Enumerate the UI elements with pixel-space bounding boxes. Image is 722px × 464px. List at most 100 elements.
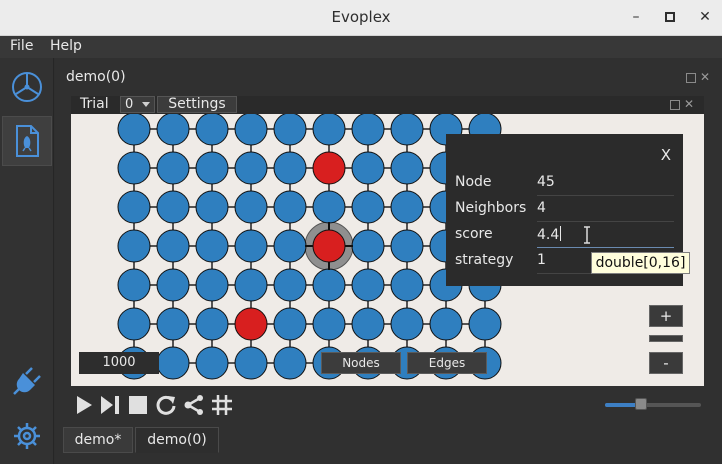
graph-node[interactable] [234, 190, 268, 224]
graph-node[interactable] [195, 229, 229, 263]
title-bar: Evoplex – ✕ [0, 0, 722, 36]
graph-node[interactable] [234, 114, 268, 146]
trial-select[interactable]: 0 [120, 96, 155, 113]
graph-node[interactable] [117, 190, 151, 224]
graph-node[interactable] [312, 268, 346, 302]
graph-node[interactable] [195, 151, 229, 185]
graph-node[interactable] [195, 346, 229, 380]
close-window-icon[interactable]: ✕ [696, 8, 714, 26]
next-step-icon[interactable] [99, 394, 121, 416]
graph-node[interactable] [312, 307, 346, 341]
graph-node[interactable] [351, 190, 385, 224]
float-trial-icon[interactable] [670, 100, 680, 110]
graph-node[interactable] [429, 307, 463, 341]
graph-node[interactable] [273, 307, 307, 341]
settings-tab[interactable]: Settings [157, 96, 237, 113]
graph-node[interactable] [390, 268, 424, 302]
graph-node[interactable] [273, 268, 307, 302]
steps-input[interactable]: 1000 [79, 352, 159, 374]
graph-node[interactable] [195, 307, 229, 341]
graph-node[interactable] [156, 307, 190, 341]
graph-node[interactable] [156, 346, 190, 380]
graph-node[interactable] [117, 268, 151, 302]
graph-node[interactable] [390, 114, 424, 146]
graph-node[interactable] [312, 190, 346, 224]
close-trial-icon[interactable]: ✕ [684, 98, 694, 110]
zoom-out-button[interactable]: - [649, 352, 683, 374]
graph-node[interactable] [156, 151, 190, 185]
stop-icon[interactable] [127, 394, 149, 416]
graph-node[interactable] [273, 114, 307, 146]
graph-node[interactable] [156, 229, 190, 263]
graph-node[interactable] [234, 346, 268, 380]
graph-node[interactable] [273, 229, 307, 263]
graph-node[interactable] [312, 229, 346, 263]
minimize-icon[interactable]: – [627, 8, 645, 26]
graph-node[interactable] [390, 307, 424, 341]
graph-node[interactable] [156, 268, 190, 302]
graph-node[interactable] [351, 114, 385, 146]
edges-button[interactable]: Edges [407, 352, 487, 374]
menu-help[interactable]: Help [50, 38, 82, 54]
tab-demo-project[interactable]: demo* [63, 427, 133, 453]
graph-node[interactable] [234, 229, 268, 263]
grid-view-icon[interactable] [211, 394, 233, 416]
reset-icon[interactable] [155, 394, 177, 416]
graph-node[interactable] [117, 151, 151, 185]
tab-demo-experiment[interactable]: demo(0) [135, 427, 219, 453]
speed-slider[interactable] [605, 403, 701, 407]
sidebar-plugins-button[interactable] [2, 356, 52, 406]
graph-node[interactable] [234, 151, 268, 185]
playback-toolbar [71, 386, 704, 422]
trial-label: Trial [80, 96, 109, 112]
sidebar-settings-button[interactable] [2, 411, 52, 461]
graph-canvas[interactable]: X Node 45 Neighbors 4 score 4.4 strategy… [71, 114, 704, 386]
float-dock-icon[interactable] [686, 73, 696, 83]
graph-node[interactable] [117, 229, 151, 263]
inspector-key: score [455, 226, 493, 242]
graph-node[interactable] [234, 268, 268, 302]
graph-node[interactable] [390, 151, 424, 185]
maximize-icon[interactable] [661, 8, 679, 26]
nodes-button[interactable]: Nodes [321, 352, 401, 374]
graph-node[interactable] [351, 268, 385, 302]
graph-node[interactable] [195, 114, 229, 146]
inspector-key: Node [455, 174, 492, 190]
graph-node[interactable] [273, 151, 307, 185]
close-inspector-button[interactable]: X [661, 146, 671, 164]
menu-file[interactable]: File [10, 38, 33, 54]
sidebar-experiment-button[interactable] [2, 116, 52, 166]
graph-node[interactable] [273, 190, 307, 224]
graph-node[interactable] [195, 268, 229, 302]
experiment-area: demo(0) ✕ Trial 0 Settings ✕ X Node 45 N… [55, 58, 722, 464]
network-axes-icon [12, 72, 42, 102]
close-dock-icon[interactable]: ✕ [700, 71, 710, 83]
graph-node[interactable] [117, 114, 151, 146]
graph-node[interactable] [468, 307, 502, 341]
graph-node[interactable] [273, 346, 307, 380]
graph-node[interactable] [195, 190, 229, 224]
document-rocket-icon [16, 125, 39, 157]
graph-node[interactable] [117, 307, 151, 341]
graph-view-icon[interactable] [183, 394, 205, 416]
score-input[interactable]: 4.4 [537, 226, 674, 248]
text-cursor [560, 226, 562, 241]
graph-node[interactable] [390, 190, 424, 224]
graph-node[interactable] [312, 114, 346, 146]
graph-node[interactable] [351, 307, 385, 341]
speed-slider-handle[interactable] [635, 398, 648, 410]
graph-node[interactable] [156, 190, 190, 224]
graph-node[interactable] [390, 229, 424, 263]
play-icon[interactable] [73, 394, 95, 416]
window-title: Evoplex [331, 8, 391, 26]
sidebar-projects-button[interactable] [2, 62, 52, 112]
gear-icon [14, 423, 40, 449]
graph-node[interactable] [156, 114, 190, 146]
graph-node[interactable] [312, 151, 346, 185]
graph-node[interactable] [234, 307, 268, 341]
i-beam-cursor-icon [584, 226, 590, 244]
graph-node[interactable] [351, 151, 385, 185]
zoom-in-button[interactable]: + [649, 305, 683, 327]
zoom-slider[interactable] [649, 335, 683, 342]
graph-node[interactable] [351, 229, 385, 263]
